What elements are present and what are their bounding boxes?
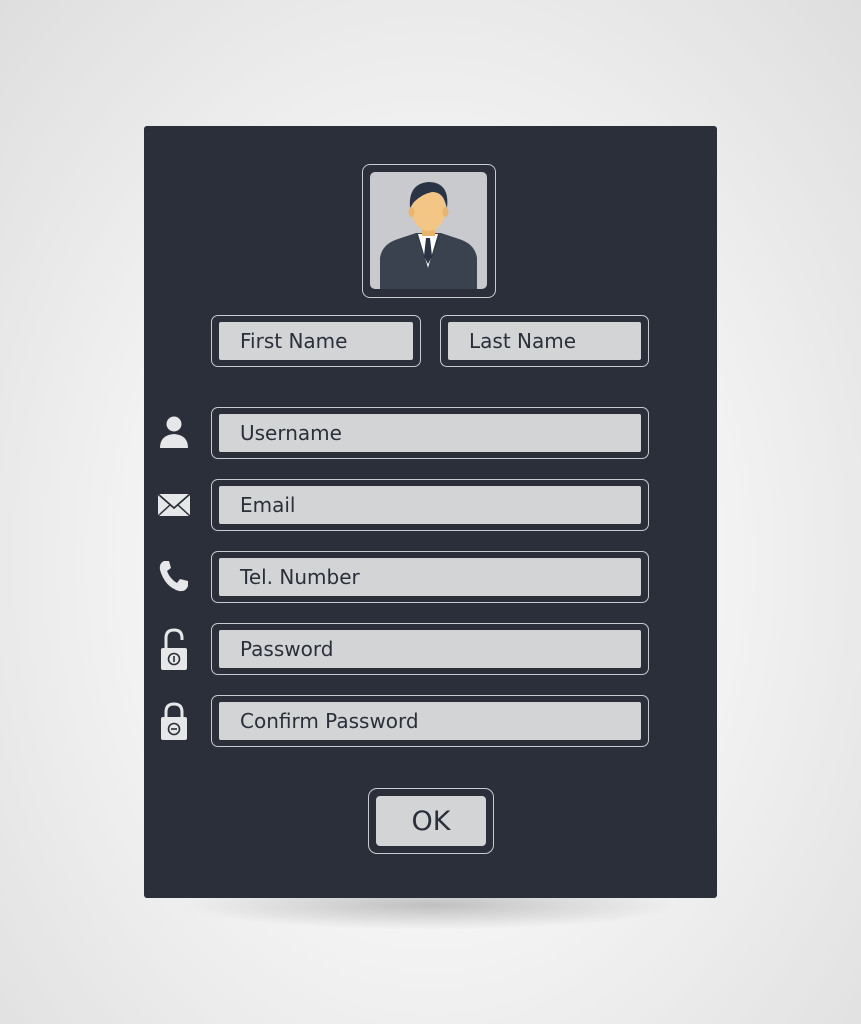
username-input[interactable]: Username xyxy=(219,414,641,452)
tel-number-input[interactable]: Tel. Number xyxy=(219,558,641,596)
confirm-password-field[interactable]: Confirm Password xyxy=(211,695,649,747)
user-icon xyxy=(160,416,188,448)
person-avatar-icon xyxy=(380,182,477,289)
avatar-frame[interactable] xyxy=(362,164,496,298)
confirm-password-input[interactable]: Confirm Password xyxy=(219,702,641,740)
ok-button-frame[interactable]: OK xyxy=(368,788,494,854)
last-name-field[interactable]: Last Name xyxy=(440,315,649,367)
email-input[interactable]: Email xyxy=(219,486,641,524)
closed-lock-icon xyxy=(161,702,187,740)
password-input[interactable]: Password xyxy=(219,630,641,668)
phone-icon xyxy=(159,561,188,592)
envelope-icon xyxy=(157,493,191,517)
first-name-field[interactable]: First Name xyxy=(211,315,421,367)
password-field[interactable]: Password xyxy=(211,623,649,675)
email-field[interactable]: Email xyxy=(211,479,649,531)
first-name-input[interactable]: First Name xyxy=(219,322,413,360)
open-lock-icon xyxy=(161,628,187,670)
avatar xyxy=(370,172,487,289)
last-name-input[interactable]: Last Name xyxy=(448,322,641,360)
username-field[interactable]: Username xyxy=(211,407,649,459)
tel-number-field[interactable]: Tel. Number xyxy=(211,551,649,603)
ok-button[interactable]: OK xyxy=(376,796,486,846)
registration-form-panel: First Name Last Name Username Email Tel.… xyxy=(144,126,717,898)
